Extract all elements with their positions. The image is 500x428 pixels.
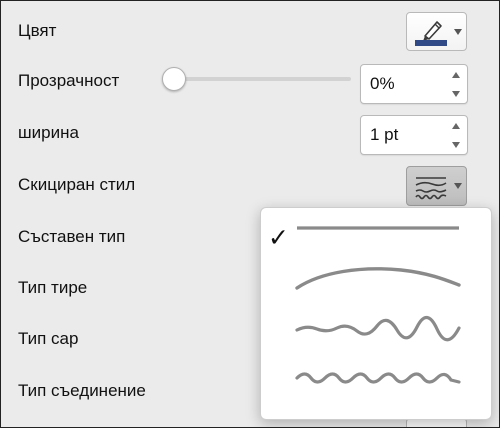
cap-type-label: Тип сар: [18, 329, 79, 348]
transparency-increment[interactable]: [445, 65, 467, 84]
checkmark-icon: ✓: [268, 224, 289, 252]
transparency-decrement[interactable]: [445, 84, 467, 103]
sketch-option-curved[interactable]: [261, 258, 491, 310]
format-line-panel: Цвят Прозрачност 0% ширина 1 pt Скициран: [0, 0, 500, 428]
width-stepper[interactable]: [445, 116, 467, 154]
color-picker-button[interactable]: [406, 12, 467, 51]
transparency-slider-track[interactable]: [173, 77, 351, 81]
dash-type-label: Тип тире: [18, 278, 88, 297]
sketch-style-icon: [414, 172, 448, 200]
curved-line-preview: [295, 267, 461, 290]
width-label: ширина: [18, 123, 79, 142]
chevron-down-icon: [452, 90, 460, 97]
width-value: 1 pt: [370, 125, 399, 144]
sketch-option-scribble[interactable]: [261, 360, 491, 412]
width-field[interactable]: 1 pt: [360, 115, 468, 155]
compound-type-label: Съставен тип: [18, 227, 126, 246]
transparency-field[interactable]: 0%: [360, 64, 468, 104]
sketch-style-label: Скициран стил: [18, 175, 136, 194]
scribble-line-preview: [295, 372, 461, 384]
chevron-up-icon: [452, 122, 460, 129]
freehand-line-preview: [295, 315, 461, 342]
chevron-down-icon: [452, 141, 460, 148]
sketch-option-freehand[interactable]: [261, 310, 491, 360]
transparency-slider-thumb[interactable]: [162, 67, 186, 91]
straight-line-preview: [297, 226, 459, 230]
sketch-option-straight[interactable]: ✓: [261, 208, 491, 258]
join-type-label: Тип съединение: [18, 381, 146, 400]
transparency-stepper[interactable]: [445, 65, 467, 103]
transparency-value: 0%: [370, 74, 395, 93]
chevron-down-icon: [454, 29, 462, 35]
line-color-swatch: [415, 40, 447, 46]
chevron-up-icon: [452, 71, 460, 78]
chevron-down-icon: [454, 183, 462, 189]
sketch-style-button[interactable]: [406, 166, 467, 206]
transparency-label: Прозрачност: [18, 71, 120, 90]
color-label: Цвят: [18, 21, 57, 40]
sketch-style-menu: ✓: [260, 207, 492, 420]
width-increment[interactable]: [445, 116, 467, 135]
width-decrement[interactable]: [445, 135, 467, 154]
